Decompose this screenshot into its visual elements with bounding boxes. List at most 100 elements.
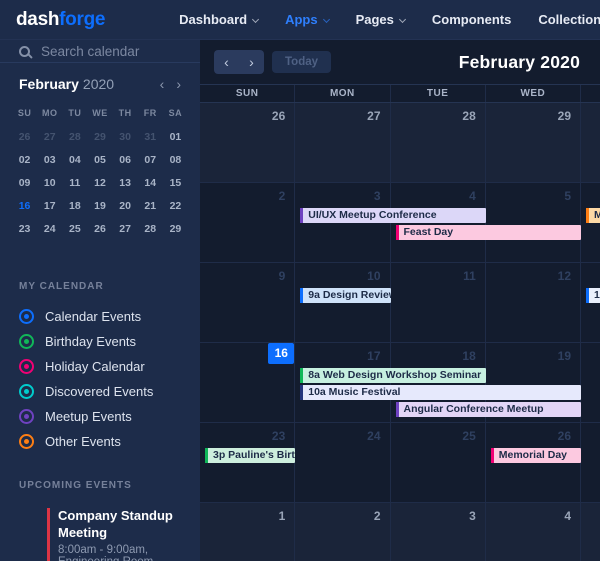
calendar-filter-calendar-events[interactable]: Calendar Events	[0, 304, 200, 329]
calendar-filter-label: Discovered Events	[45, 384, 153, 399]
calendar-day-cell[interactable]: 2	[295, 503, 390, 561]
mini-day[interactable]: 08	[163, 149, 188, 172]
mini-day[interactable]: 19	[87, 195, 112, 218]
calendar-color-dot	[24, 364, 29, 369]
calendar-day-cell[interactable]: 3	[391, 503, 486, 561]
mini-day[interactable]: 01	[163, 126, 188, 149]
calendar-day-cell[interactable]: 1	[200, 503, 295, 561]
mini-day[interactable]: 05	[87, 149, 112, 172]
calendar-color-icon	[19, 359, 34, 374]
mini-day[interactable]: 17	[37, 195, 62, 218]
mini-day[interactable]: 06	[113, 149, 138, 172]
mini-day[interactable]: 27	[37, 126, 62, 149]
calendar-day-cell[interactable]: 30	[581, 103, 600, 182]
calendar-event[interactable]: Feast Day	[396, 225, 582, 240]
mini-day[interactable]: 22	[163, 195, 188, 218]
mini-next-icon[interactable]: ›	[176, 77, 181, 91]
mini-day[interactable]: 10	[37, 172, 62, 195]
calendar-filter-birthday-events[interactable]: Birthday Events	[0, 329, 200, 354]
mini-day[interactable]: 03	[37, 149, 62, 172]
mini-prev-icon[interactable]: ‹	[160, 77, 165, 91]
today-button[interactable]: Today	[272, 51, 331, 73]
prev-month-button[interactable]: ‹	[214, 50, 239, 74]
mini-day[interactable]: 20	[113, 195, 138, 218]
mini-day[interactable]: 26	[87, 218, 112, 241]
grid-day-header-sun: SUN	[200, 85, 295, 102]
mini-day[interactable]: 23	[12, 218, 37, 241]
mini-day-header: TH	[113, 104, 138, 126]
calendar-day-cell[interactable]: 12	[486, 263, 581, 342]
calendar-event[interactable]: 10a Music Festival	[300, 385, 581, 400]
search-input[interactable]	[41, 44, 200, 59]
app-logo[interactable]: dashforge	[16, 9, 105, 31]
upcoming-heading: UPCOMING EVENTS	[0, 480, 200, 491]
mini-day[interactable]: 29	[87, 126, 112, 149]
calendar-day-cell[interactable]: 26	[200, 103, 295, 182]
mini-day[interactable]: 11	[62, 172, 87, 195]
calendar-event[interactable]: 9a Design Review	[300, 288, 390, 303]
nav-item-apps[interactable]: Apps	[285, 12, 329, 27]
calendar-day-cell[interactable]: 2	[200, 183, 295, 262]
mini-day-header: FR	[138, 104, 163, 126]
calendar-day-cell[interactable]: 27	[295, 103, 390, 182]
calendar-filter-other-events[interactable]: Other Events	[0, 429, 200, 454]
calendar-day-cell[interactable]: 25	[391, 423, 486, 502]
calendar-event[interactable]: 12p	[586, 288, 600, 303]
calendar-day-cell[interactable]: 20	[581, 343, 600, 422]
calendar-day-cell[interactable]: 9	[200, 263, 295, 342]
cell-date-number: 23	[272, 429, 285, 443]
mini-day[interactable]: 28	[62, 126, 87, 149]
nav-item-dashboard[interactable]: Dashboard	[179, 12, 258, 27]
calendar-day-cell[interactable]: 5	[486, 183, 581, 262]
mini-day[interactable]: 09	[12, 172, 37, 195]
mini-day[interactable]: 14	[138, 172, 163, 195]
cell-date-number: 18	[462, 349, 475, 363]
mini-day[interactable]: 21	[138, 195, 163, 218]
calendar-event[interactable]: Memorial Day	[491, 448, 581, 463]
mini-day[interactable]: 26	[12, 126, 37, 149]
cell-date-number: 17	[367, 349, 380, 363]
mini-day-today[interactable]: 16	[12, 195, 37, 218]
calendar-color-icon	[19, 334, 34, 349]
nav-item-components[interactable]: Components	[432, 12, 511, 27]
calendar-event[interactable]: 8a Web Design Workshop Seminar	[300, 368, 486, 383]
logo-forge: forge	[59, 9, 105, 30]
nav-item-pages[interactable]: Pages	[356, 12, 405, 27]
calendar-filter-holiday-calendar[interactable]: Holiday Calendar	[0, 354, 200, 379]
calendar-day-cell[interactable]: 11	[391, 263, 486, 342]
mini-day[interactable]: 07	[138, 149, 163, 172]
calendar-filter-meetup-events[interactable]: Meetup Events	[0, 404, 200, 429]
nav-item-collections[interactable]: Collections	[538, 12, 600, 27]
mini-day[interactable]: 29	[163, 218, 188, 241]
calendar-day-cell[interactable]: 24	[295, 423, 390, 502]
mini-day[interactable]: 25	[62, 218, 87, 241]
mini-day[interactable]: 13	[113, 172, 138, 195]
calendar-event[interactable]: My	[586, 208, 600, 223]
calendar-event[interactable]: Angular Conference Meetup	[396, 402, 582, 417]
upcoming-list: Company Standup Meeting8:00am - 9:00am, …	[0, 507, 200, 561]
sidebar: + February2020 ‹ › SUMOTUWETHFRSA2627282…	[0, 40, 200, 561]
calendar-day-cell[interactable]: 27	[581, 423, 600, 502]
mini-day[interactable]: 15	[163, 172, 188, 195]
upcoming-event[interactable]: Company Standup Meeting8:00am - 9:00am, …	[0, 507, 200, 561]
next-month-button[interactable]: ›	[239, 50, 264, 74]
calendar-day-cell[interactable]: 29	[486, 103, 581, 182]
calendar-day-cell[interactable]: 5	[581, 503, 600, 561]
mini-day[interactable]: 28	[138, 218, 163, 241]
calendar-color-icon	[19, 384, 34, 399]
calendar-day-cell[interactable]: 28	[391, 103, 486, 182]
calendar-day-cell[interactable]: 4	[486, 503, 581, 561]
calendar-day-cell[interactable]: 16	[200, 343, 295, 422]
mini-day[interactable]: 31	[138, 126, 163, 149]
mini-day[interactable]: 02	[12, 149, 37, 172]
mini-day[interactable]: 24	[37, 218, 62, 241]
calendar-event[interactable]: UI/UX Meetup Conference	[300, 208, 486, 223]
mini-day[interactable]: 04	[62, 149, 87, 172]
mini-day[interactable]: 12	[87, 172, 112, 195]
calendar-filter-label: Meetup Events	[45, 409, 132, 424]
calendar-event[interactable]: 3p Pauline's Birthday	[205, 448, 295, 463]
mini-day[interactable]: 18	[62, 195, 87, 218]
mini-day[interactable]: 30	[113, 126, 138, 149]
mini-day[interactable]: 27	[113, 218, 138, 241]
calendar-filter-discovered-events[interactable]: Discovered Events	[0, 379, 200, 404]
